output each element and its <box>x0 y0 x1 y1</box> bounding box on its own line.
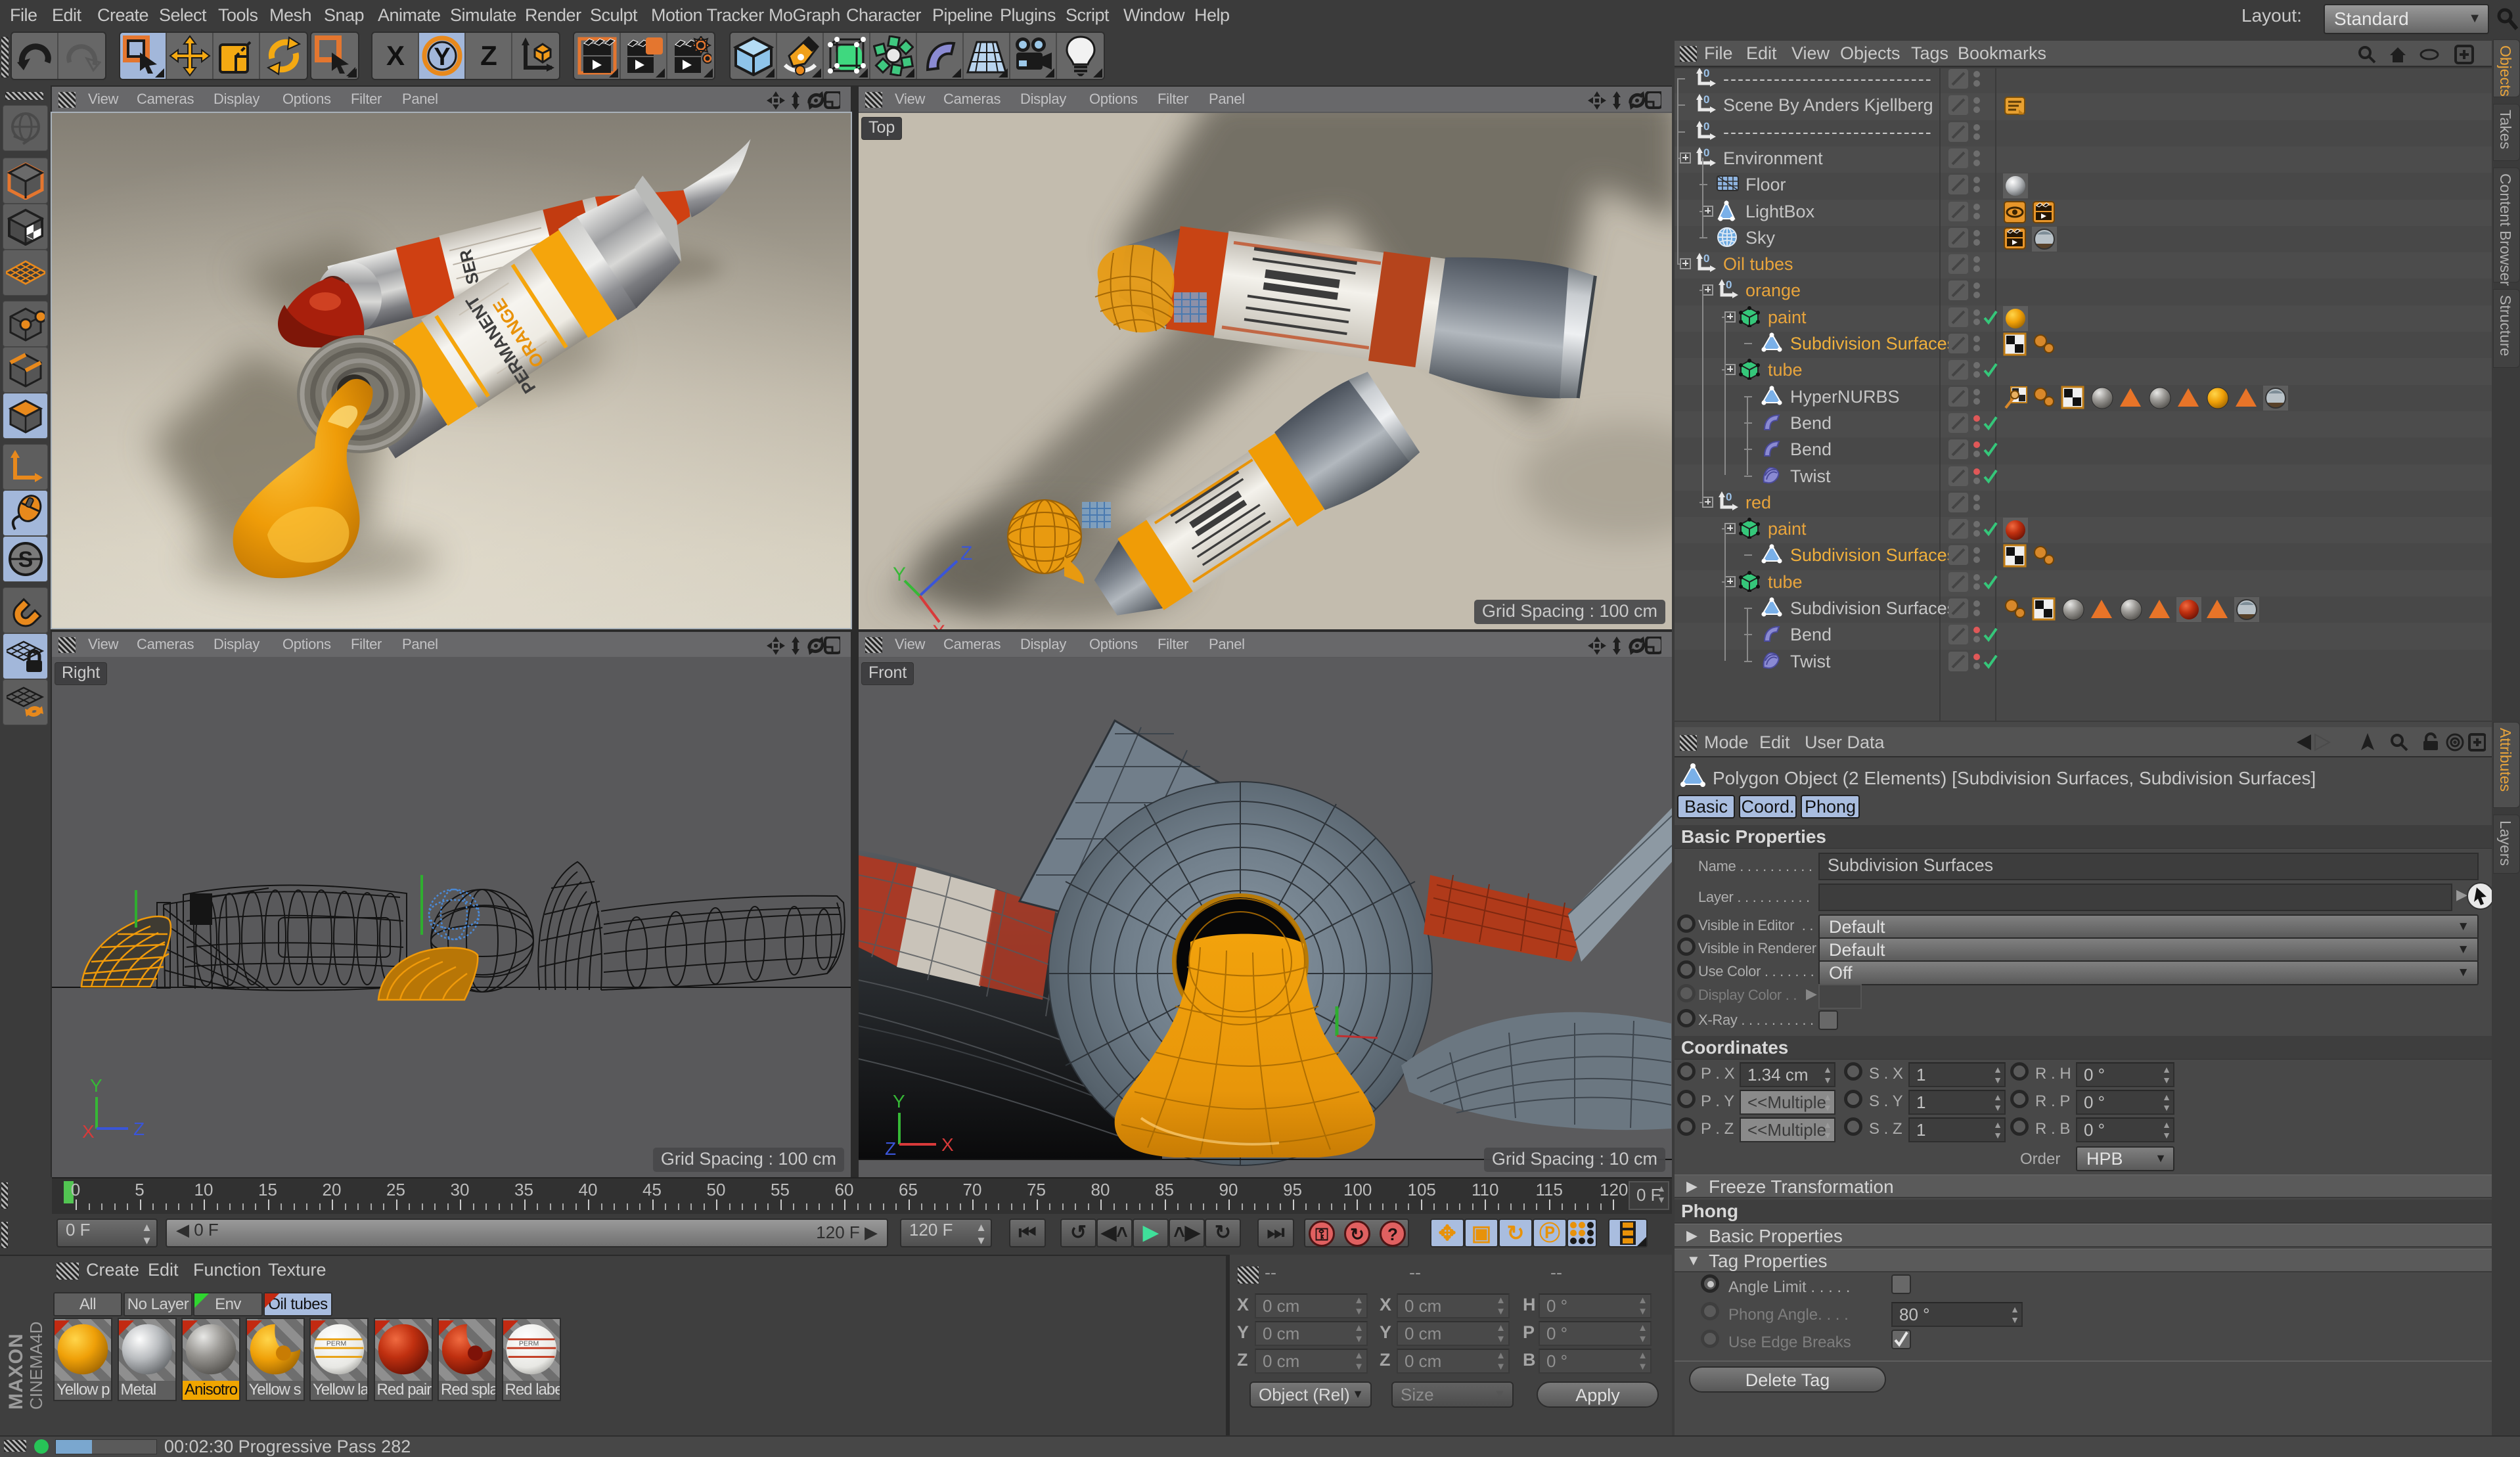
svg-text:0: 0 <box>1703 94 1709 106</box>
svg-text:0: 0 <box>1703 147 1709 159</box>
svg-text:Y: Y <box>893 564 906 585</box>
svg-text:X: X <box>941 1134 954 1155</box>
svg-text:0: 0 <box>1703 68 1709 79</box>
svg-text:PERM: PERM <box>326 1339 346 1347</box>
svg-text:X: X <box>386 41 404 70</box>
svg-text:X: X <box>82 1121 95 1142</box>
svg-text:Y: Y <box>893 1091 905 1111</box>
svg-text:Z: Z <box>480 41 497 70</box>
svg-text:Z: Z <box>133 1119 145 1139</box>
svg-text:0: 0 <box>1703 253 1709 265</box>
svg-text:0: 0 <box>1703 121 1709 133</box>
svg-text:Y: Y <box>434 43 450 71</box>
svg-text:Z: Z <box>885 1138 896 1159</box>
svg-text:PERM: PERM <box>518 1339 538 1347</box>
svg-text:X: X <box>932 621 945 629</box>
svg-text:S: S <box>18 547 33 572</box>
svg-text:0: 0 <box>1726 279 1732 291</box>
svg-text:0: 0 <box>1726 491 1732 503</box>
svg-text:Z: Z <box>960 543 972 564</box>
svg-text:Y: Y <box>90 1075 102 1096</box>
